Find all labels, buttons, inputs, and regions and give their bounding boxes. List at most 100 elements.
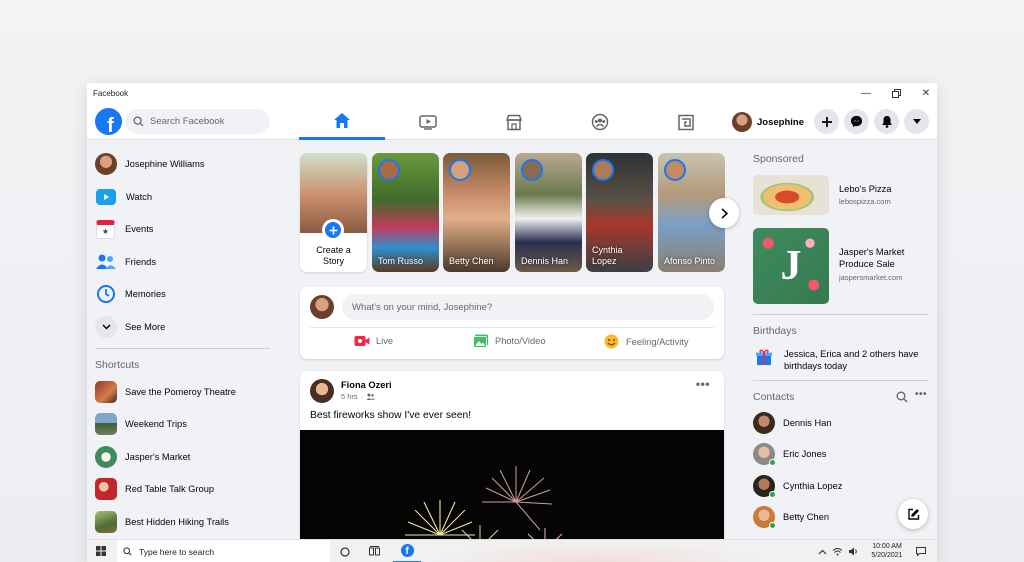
minimize-icon[interactable]: — <box>851 83 881 104</box>
sidebar-item-friends[interactable]: Friends <box>95 249 156 275</box>
tab-marketplace[interactable] <box>471 104 557 140</box>
search-icon <box>123 547 132 556</box>
sidebar-item-label: See More <box>125 322 166 332</box>
contact-item[interactable]: Cynthia Lopez <box>753 474 842 498</box>
shortcut-thumbnail <box>95 478 117 500</box>
plus-icon <box>821 116 832 127</box>
shortcut-item[interactable]: Red Table Talk Group <box>95 476 214 502</box>
avatar <box>753 475 776 498</box>
feed-post: Fiona Ozeri 5 hrs · ••• Best fireworks s… <box>300 371 724 562</box>
shortcut-item[interactable]: Best Hidden Hiking Trails <box>95 509 229 535</box>
notifications-button[interactable] <box>874 109 899 134</box>
avatar <box>310 295 334 319</box>
sidebar-item-memories[interactable]: Memories <box>95 281 166 307</box>
birthdays-notice[interactable]: Jessica, Erica and 2 others have birthda… <box>753 346 933 372</box>
post-text: Best fireworks show I've ever seen! <box>310 410 472 421</box>
sidebar-item-label: Josephine Williams <box>125 159 205 169</box>
meta-separator: · <box>360 392 364 401</box>
sidebar-item-events[interactable]: ★ Events <box>95 216 153 242</box>
ad-image: J <box>753 228 829 304</box>
window-titlebar: Facebook — ✕ <box>87 83 937 104</box>
birthdays-heading: Birthdays <box>753 325 797 337</box>
account-menu-button[interactable] <box>904 109 929 134</box>
close-icon[interactable]: ✕ <box>911 83 937 104</box>
ad-url: lebospizza.com <box>839 197 891 206</box>
create-story-card[interactable]: Create a Story <box>300 153 367 272</box>
create-button[interactable] <box>814 109 839 134</box>
post-meta: 5 hrs · <box>341 392 375 401</box>
calendar-icon: ★ <box>96 219 115 239</box>
profile-button[interactable]: Josephine <box>732 110 804 134</box>
notification-center-icon[interactable] <box>916 547 926 556</box>
windows-start-icon[interactable] <box>96 546 106 556</box>
story-card[interactable]: Cynthia Lopez <box>586 153 653 272</box>
ad-image <box>753 175 829 215</box>
sponsored-ad[interactable]: J Jasper's Market Produce Sale jaspersma… <box>753 228 933 304</box>
shortcut-item[interactable]: Weekend Trips <box>95 411 187 437</box>
sidebar-item-profile[interactable]: Josephine Williams <box>95 151 205 177</box>
shortcut-thumbnail <box>95 446 117 468</box>
watch-icon <box>96 189 116 205</box>
contact-item[interactable]: Dennis Han <box>753 411 832 435</box>
messenger-icon <box>850 115 863 128</box>
contact-item[interactable]: Eric Jones <box>753 442 826 466</box>
sidebar-divider <box>753 380 928 381</box>
facebook-logo-icon[interactable]: f <box>95 108 122 135</box>
facebook-taskbar-icon[interactable]: f <box>393 540 421 562</box>
cortana-icon[interactable] <box>340 547 350 557</box>
plus-icon[interactable] <box>322 219 344 241</box>
action-label: Photo/Video <box>495 336 546 346</box>
chevron-up-icon[interactable] <box>818 549 827 555</box>
messenger-button[interactable] <box>844 109 869 134</box>
photo-video-button[interactable]: Photo/Video <box>473 334 546 348</box>
task-view-icon[interactable] <box>369 546 380 556</box>
stories-next-button[interactable] <box>709 198 739 228</box>
sponsored-ad[interactable]: Lebo's Pizza lebospizza.com <box>753 175 933 215</box>
contact-item[interactable]: Betty Chen <box>753 505 829 529</box>
contacts-options-icon[interactable]: ••• <box>915 389 927 400</box>
restore-icon[interactable] <box>881 83 911 104</box>
shortcut-thumbnail <box>95 381 117 403</box>
story-card[interactable]: Betty Chen <box>443 153 510 272</box>
photo-icon <box>473 334 488 348</box>
sidebar-divider <box>753 314 928 315</box>
story-author: Tom Russo <box>378 256 424 266</box>
avatar[interactable] <box>310 379 334 403</box>
online-status-icon <box>769 459 776 466</box>
composer-input[interactable]: What's on your mind, Josephine? <box>342 294 714 320</box>
live-video-button[interactable]: Live <box>354 335 393 347</box>
taskbar-date: 5/20/2021 <box>871 552 903 559</box>
story-card[interactable]: Dennis Han <box>515 153 582 272</box>
post-author[interactable]: Fiona Ozeri <box>341 380 392 390</box>
sidebar-item-watch[interactable]: Watch <box>95 184 152 210</box>
tab-gaming[interactable] <box>643 104 729 140</box>
search-icon[interactable] <box>896 391 908 403</box>
post-options-button[interactable]: ••• <box>696 377 710 391</box>
tab-groups[interactable] <box>557 104 643 140</box>
speaker-icon[interactable] <box>848 547 859 556</box>
tab-home[interactable] <box>299 104 385 140</box>
window-title: Facebook <box>93 89 129 98</box>
avatar <box>753 412 775 434</box>
taskbar-search-input[interactable]: Type here to search <box>117 540 330 562</box>
see-more-button[interactable]: See More <box>95 314 165 340</box>
contacts-heading: Contacts <box>753 391 795 403</box>
action-label: Feeling/Activity <box>626 336 689 347</box>
shortcut-label: Weekend Trips <box>125 419 187 429</box>
story-author: Dennis Han <box>521 256 569 266</box>
compose-icon <box>907 508 919 520</box>
sidebar-item-label: Watch <box>126 192 153 202</box>
shortcut-item[interactable]: Jasper's Market <box>95 444 190 470</box>
new-message-button[interactable] <box>898 499 928 529</box>
story-card[interactable]: Tom Russo <box>372 153 439 272</box>
chevron-down-icon <box>95 316 117 338</box>
wifi-icon[interactable] <box>832 547 843 556</box>
shortcut-item[interactable]: Save the Pomeroy Theatre <box>95 379 236 405</box>
tab-watch[interactable] <box>385 104 471 140</box>
post-time[interactable]: 5 hrs <box>341 392 358 401</box>
sidebar-item-label: Events <box>125 224 154 234</box>
taskbar-clock[interactable]: 10:00 AM 5/20/2021 <box>867 542 907 560</box>
top-navigation-bar: f Search Facebook Josephine <box>87 104 937 140</box>
feeling-activity-button[interactable]: Feeling/Activity <box>604 334 689 349</box>
search-input[interactable]: Search Facebook <box>125 109 270 134</box>
